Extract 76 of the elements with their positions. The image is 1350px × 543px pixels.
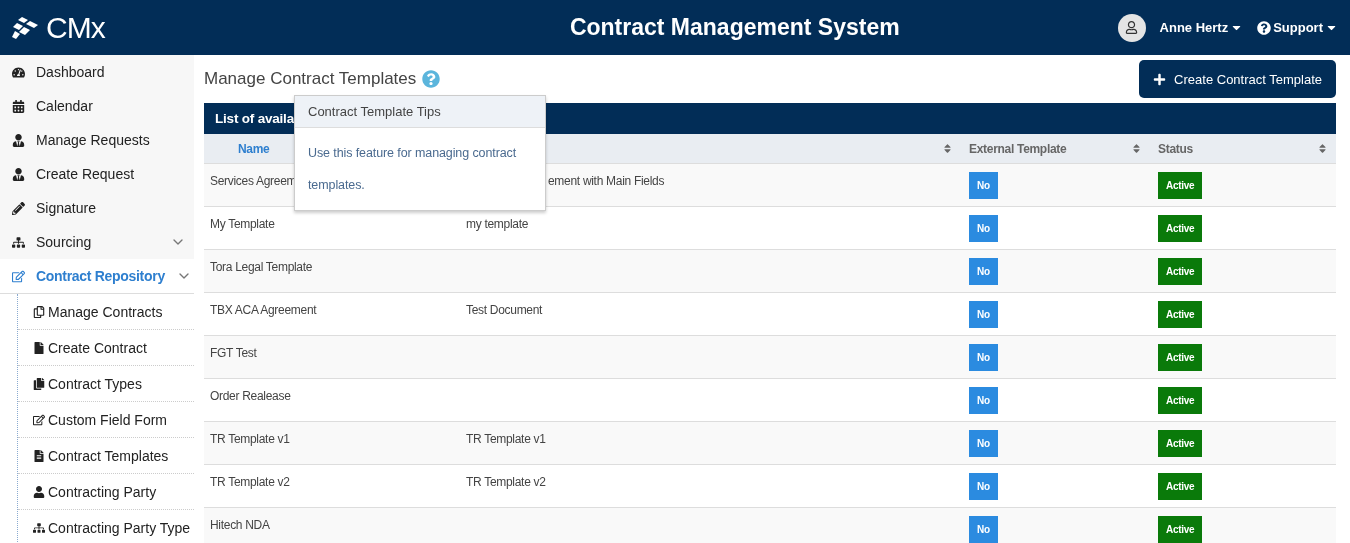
table-cell: ement with Main Fields: [548, 174, 665, 188]
status-badge: Active: [1158, 430, 1203, 457]
external-badge: No: [969, 215, 998, 242]
user-icon: [12, 167, 25, 181]
table-cell: TR Template v2: [466, 475, 546, 489]
status-badge: Active: [1158, 516, 1203, 543]
help-icon: [1257, 20, 1272, 35]
document-icon: [33, 449, 45, 462]
external-badge: No: [969, 301, 998, 328]
plus-icon: [1153, 72, 1167, 86]
sidebar-subitem[interactable]: Contract Templates: [18, 438, 194, 474]
sidebar-item[interactable]: Calendar: [0, 89, 194, 123]
pencil-icon: [12, 201, 25, 215]
sitemap-icon: [33, 521, 45, 534]
table-title: List of availa: [215, 111, 294, 126]
external-badge: No: [969, 473, 998, 500]
file-icon: [33, 341, 45, 354]
person-icon: [33, 485, 45, 498]
external-badge: No: [969, 387, 998, 414]
status-badge: Active: [1158, 258, 1203, 285]
page-title: Manage Contract Templates: [204, 69, 417, 89]
sidebar-item[interactable]: Dashboard: [0, 55, 194, 89]
sidebar-subitem[interactable]: Create Contract: [18, 330, 194, 366]
sidebar-subitem[interactable]: Custom Field Form: [18, 402, 194, 438]
sidebar-subitem[interactable]: Contracting Party: [18, 474, 194, 510]
files-icon: [33, 377, 45, 390]
external-badge: No: [969, 516, 998, 543]
external-badge: No: [969, 258, 998, 285]
status-badge: Active: [1158, 344, 1203, 371]
sort-icon[interactable]: [1317, 143, 1328, 154]
status-badge: Active: [1158, 172, 1203, 199]
sidebar-subitem[interactable]: Contract Types: [18, 366, 194, 402]
copy-icon: [33, 305, 45, 318]
table-cell: TBX ACA Agreement: [210, 303, 317, 317]
external-badge: No: [969, 344, 998, 371]
table-cell: my template: [466, 217, 529, 231]
table-cell: Tora Legal Template: [210, 260, 313, 274]
status-badge: Active: [1158, 387, 1203, 414]
table-cell: Test Document: [466, 303, 543, 317]
status-badge: Active: [1158, 301, 1203, 328]
app-title: Contract Management System: [568, 14, 901, 41]
sidebar-item[interactable]: Manage Requests: [0, 123, 194, 157]
support-menu[interactable]: Support: [1257, 20, 1338, 35]
table-cell: FGT Test: [210, 346, 257, 360]
table-cell: TR Template v1: [210, 432, 290, 446]
table-cell: TR Template v2: [210, 475, 290, 489]
status-badge: Active: [1158, 473, 1203, 500]
sidebar-subitem[interactable]: Contracting Party Type: [18, 510, 194, 543]
popover-text: Use this feature for managing contract templates.: [308, 145, 518, 194]
status-badge: Active: [1158, 215, 1203, 242]
sitemap-icon: [12, 235, 25, 249]
sidebar-item[interactable]: Signature: [0, 191, 194, 225]
sort-icon[interactable]: [942, 143, 953, 154]
sidebar-item[interactable]: Sourcing: [0, 225, 194, 259]
gauge-icon: [12, 65, 25, 79]
edit-icon: [33, 413, 45, 426]
table-cell: My Template: [210, 217, 275, 231]
avatar-icon[interactable]: [1117, 13, 1146, 42]
sidebar-subitem[interactable]: Manage Contracts: [18, 294, 194, 330]
edit-icon: [12, 269, 25, 283]
sort-icon[interactable]: [1131, 143, 1142, 154]
table-cell: TR Template v1: [466, 432, 546, 446]
table-cell: Order Realease: [210, 389, 291, 403]
external-badge: No: [969, 172, 998, 199]
logo-text: CMx: [46, 10, 105, 45]
table-cell: Hitech NDA: [210, 518, 270, 532]
calendar-icon: [12, 99, 25, 113]
create-template-button[interactable]: Create Contract Template: [1139, 60, 1336, 98]
column-header[interactable]: External Template: [969, 141, 1067, 156]
column-header[interactable]: Status: [1158, 141, 1193, 156]
column-header[interactable]: Name: [238, 141, 270, 156]
popover-title: Contract Template Tips: [295, 96, 545, 128]
user-icon: [12, 133, 25, 147]
external-badge: No: [969, 430, 998, 457]
user-menu[interactable]: Anne Hertz: [1159, 20, 1244, 35]
sidebar-item[interactable]: Create Request: [0, 157, 194, 191]
